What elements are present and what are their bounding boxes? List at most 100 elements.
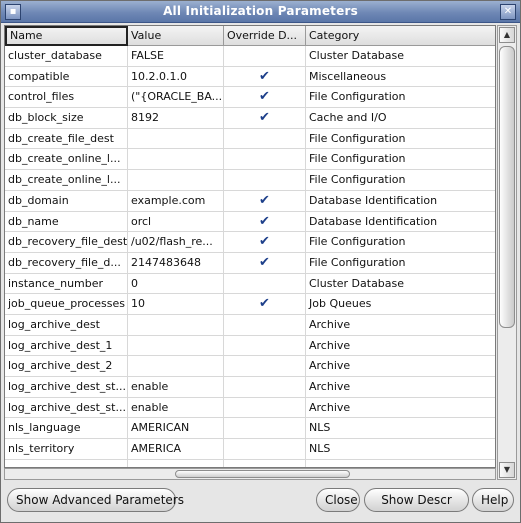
table-row[interactable]: log_archive_dest_st... enable Archive bbox=[5, 397, 495, 419]
cell-name: db_create_file_dest bbox=[5, 128, 128, 149]
cell-value[interactable] bbox=[128, 149, 224, 170]
table-row[interactable]: job_queue_processes 10 ✔ Job Queues bbox=[5, 294, 495, 315]
vertical-scroll-thumb[interactable] bbox=[499, 46, 515, 328]
cell-category: Cache and I/O bbox=[309, 111, 387, 125]
table-row[interactable]: db_recovery_file_d... 2147483648 ✔ File Con… bbox=[5, 252, 495, 274]
table-row[interactable]: log_archive_dest_2 Archive bbox=[5, 356, 495, 377]
cell-value[interactable] bbox=[128, 356, 224, 376]
cell-value[interactable]: 10.2.0.1.0 bbox=[128, 66, 224, 87]
cell-value[interactable] bbox=[128, 335, 224, 356]
cell-category: Miscellaneous bbox=[309, 69, 387, 83]
cell-name: control_files bbox=[5, 87, 128, 108]
cell-name: log_archive_dest_2 bbox=[5, 356, 128, 376]
cell-value[interactable]: enable bbox=[128, 377, 224, 397]
title-bar[interactable]: ▪ All Initialization Parameters ✕ bbox=[1, 1, 520, 23]
horizontal-scrollbar[interactable] bbox=[4, 468, 496, 480]
table-row[interactable]: log_archive_dest_1 Archive bbox=[5, 335, 495, 357]
override-check-icon: ✔ bbox=[224, 252, 306, 273]
scroll-down-arrow-icon[interactable]: ▼ bbox=[499, 462, 515, 478]
table-row[interactable]: nls_territory AMERICA NLS bbox=[5, 439, 495, 460]
table-row[interactable]: db_domain example.com ✔ Database Identifica… bbox=[5, 190, 495, 212]
table-body: cluster_database FALSE Cluster Database com… bbox=[5, 46, 495, 467]
cell-name: db_create_online_l... bbox=[5, 170, 128, 190]
cell-value[interactable]: FALSE bbox=[128, 46, 224, 66]
override-check-icon: ✔ bbox=[224, 232, 306, 252]
override-check-icon: ✔ bbox=[224, 66, 306, 87]
cell-name: db_name bbox=[5, 211, 128, 232]
dialog-footer: Show Advanced Parameters Close Show Desc… bbox=[1, 482, 520, 522]
cell-name: db_recovery_file_dest bbox=[5, 232, 128, 252]
cell-category: Cluster Database bbox=[309, 49, 405, 62]
override-check-icon bbox=[224, 46, 306, 66]
parameters-table: Name Value Override D... Category cluste… bbox=[4, 25, 496, 468]
cell-value[interactable]: enable bbox=[128, 397, 224, 418]
cell-name: cluster_database bbox=[5, 46, 128, 66]
table-row[interactable]: db_name orcl ✔ Database Identification bbox=[5, 211, 495, 233]
cell-value[interactable]: 8192 bbox=[128, 108, 224, 128]
cell-value[interactable] bbox=[128, 459, 224, 467]
table-row[interactable] bbox=[5, 459, 495, 467]
table-row[interactable]: db_create_online_l... File Configuration bbox=[5, 149, 495, 171]
override-check-icon bbox=[224, 418, 306, 439]
column-header-name[interactable]: Name bbox=[5, 26, 128, 46]
cell-category: Database Identification bbox=[309, 193, 438, 207]
cell-name: log_archive_dest_st... bbox=[5, 397, 128, 418]
table-row[interactable]: db_create_file_dest File Configuration bbox=[5, 128, 495, 150]
cell-value[interactable]: orcl bbox=[128, 211, 224, 232]
show-advanced-parameters-button[interactable]: Show Advanced Parameters bbox=[7, 488, 184, 512]
override-check-icon bbox=[224, 377, 306, 397]
cell-value[interactable] bbox=[128, 314, 224, 335]
cell-value[interactable]: /u02/flash_re... bbox=[128, 232, 224, 252]
table-row[interactable]: log_archive_dest Archive bbox=[5, 314, 495, 336]
override-check-icon: ✔ bbox=[224, 87, 306, 108]
override-check-icon bbox=[224, 356, 306, 376]
override-check-icon: ✔ bbox=[224, 108, 306, 128]
table-row[interactable]: db_recovery_file_dest/u02/flash_re... ✔ Fi… bbox=[5, 232, 495, 253]
cell-name: db_block_size bbox=[5, 108, 128, 128]
table-row[interactable]: log_archive_dest_st... enable Archive bbox=[5, 377, 495, 398]
override-check-icon bbox=[224, 439, 306, 459]
cell-category bbox=[306, 460, 495, 467]
help-button[interactable]: Help bbox=[472, 488, 514, 512]
column-header-value[interactable]: Value bbox=[128, 26, 224, 46]
column-header-override[interactable]: Override D... bbox=[224, 26, 306, 46]
cell-value[interactable] bbox=[128, 128, 224, 149]
vertical-scrollbar[interactable]: ▲ ▼ bbox=[497, 25, 517, 480]
cell-category: File Configuration bbox=[309, 90, 406, 104]
table-row[interactable]: compatible 10.2.0.1.0 ✔ Miscellaneous bbox=[5, 66, 495, 88]
cell-value[interactable]: AMERICAN bbox=[128, 418, 224, 439]
cell-name: compatible bbox=[5, 66, 128, 87]
table-row[interactable]: cluster_database FALSE Cluster Database bbox=[5, 46, 495, 67]
cell-category: Archive bbox=[309, 338, 351, 352]
cell-value[interactable]: 2147483648 bbox=[128, 252, 224, 273]
table-row[interactable]: db_block_size 8192 ✔ Cache and I/O bbox=[5, 108, 495, 129]
close-button[interactable]: Close bbox=[316, 488, 360, 512]
table-header: Name Value Override D... Category bbox=[5, 26, 495, 46]
cell-value[interactable] bbox=[128, 170, 224, 190]
cell-value[interactable]: ("{ORACLE_BA... bbox=[128, 87, 224, 108]
column-header-category[interactable]: Category bbox=[306, 26, 495, 46]
cell-category: File Configuration bbox=[309, 173, 406, 187]
table-row[interactable]: nls_language AMERICAN NLS bbox=[5, 418, 495, 440]
cell-name: log_archive_dest bbox=[5, 314, 128, 335]
cell-category: Job Queues bbox=[309, 297, 372, 311]
table-row[interactable]: instance_number 0 Cluster Database bbox=[5, 273, 495, 295]
cell-value[interactable]: example.com bbox=[128, 190, 224, 211]
cell-value[interactable]: 0 bbox=[128, 273, 224, 294]
close-window-icon[interactable]: ✕ bbox=[500, 4, 516, 20]
cell-value[interactable]: AMERICA bbox=[128, 439, 224, 459]
cell-category: Archive bbox=[309, 380, 351, 393]
table-row[interactable]: control_files ("{ORACLE_BA... ✔ File Config… bbox=[5, 87, 495, 109]
dialog-window: ▪ All Initialization Parameters ✕ Name V… bbox=[0, 0, 521, 523]
cell-name: log_archive_dest_st... bbox=[5, 377, 128, 397]
cell-category: Archive bbox=[309, 359, 351, 373]
override-check-icon bbox=[224, 314, 306, 335]
override-check-icon bbox=[224, 128, 306, 149]
table-row[interactable]: db_create_online_l... File Configuration bbox=[5, 170, 495, 191]
cell-value[interactable]: 10 bbox=[128, 294, 224, 314]
override-check-icon bbox=[224, 335, 306, 356]
override-check-icon: ✔ bbox=[224, 211, 306, 232]
horizontal-scroll-thumb[interactable] bbox=[175, 470, 350, 478]
show-description-button[interactable]: Show Descr bbox=[364, 488, 469, 512]
scroll-up-arrow-icon[interactable]: ▲ bbox=[499, 27, 515, 43]
